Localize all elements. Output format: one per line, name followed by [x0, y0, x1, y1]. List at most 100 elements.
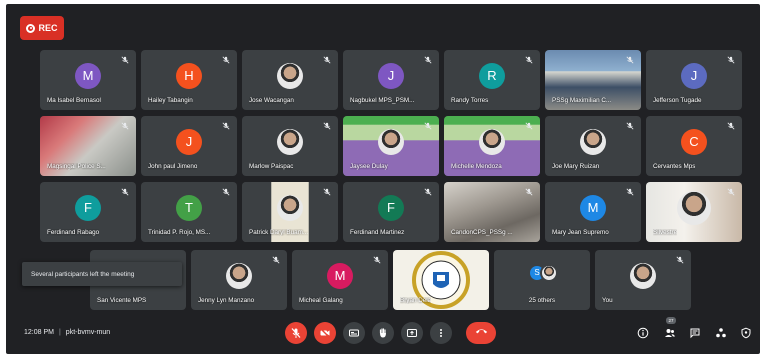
mic-off-icon: [121, 188, 129, 196]
raise-hand-button[interactable]: [372, 322, 394, 344]
host-controls-button[interactable]: [739, 326, 753, 340]
present-button[interactable]: [401, 322, 423, 344]
participant-name: Magsingal Police S...: [47, 163, 106, 170]
captions-icon: [348, 327, 360, 339]
participant-count-badge: 27: [666, 317, 676, 324]
participant-tile[interactable]: J John paul Jimeno: [141, 116, 237, 176]
participant-name: 25 others: [528, 297, 556, 304]
participant-name: Micheal Galang: [299, 297, 343, 304]
participant-tile[interactable]: C Cervantes Mps: [646, 116, 742, 176]
leave-call-button[interactable]: [466, 322, 496, 344]
participant-tile[interactable]: M Mary Jean Supremo: [545, 182, 641, 242]
mic-off-icon: [424, 188, 432, 196]
participant-tile[interactable]: Michelle Mendoza: [444, 116, 540, 176]
participant-tile[interactable]: Jose Wacangan: [242, 50, 338, 110]
participant-name: Trinidad P. Rojo, MS...: [148, 229, 211, 236]
participant-name: Hailey Tabangin: [148, 97, 193, 104]
profile-photo: [630, 262, 656, 289]
participant-tile[interactable]: H Hailey Tabangin: [141, 50, 237, 110]
participant-tile[interactable]: Magsingal Police S...: [40, 116, 136, 176]
avatar: R: [479, 62, 505, 89]
info-icon: [637, 327, 649, 339]
participant-tile[interactable]: Silvestre: [646, 182, 742, 242]
meeting-details[interactable]: 12:08 PM | pkt-bvmv-mun: [24, 329, 110, 336]
mic-off-icon: [424, 56, 432, 64]
participant-tile[interactable]: Joe Mary Ruizan: [545, 116, 641, 176]
profile-photo: [277, 128, 303, 155]
participant-name: CandonCPS_PSSg ...: [451, 229, 513, 236]
avatar: J: [378, 62, 404, 89]
profile-photo: [277, 62, 303, 89]
mic-off-icon: [525, 56, 533, 64]
more-vert-icon: [435, 327, 447, 339]
mic-off-icon: [323, 188, 331, 196]
mic-off-icon: [222, 188, 230, 196]
captions-button[interactable]: [343, 322, 365, 344]
participant-name: Ferdinand Martinez: [350, 229, 405, 236]
meeting-code: pkt-bvmv-mun: [65, 329, 111, 336]
participant-tile[interactable]: R Randy Torres: [444, 50, 540, 110]
participant-name: Patrick Daryl Buam...: [249, 229, 309, 236]
present-screen-icon: [406, 327, 418, 339]
chat-button[interactable]: [688, 326, 702, 340]
participant-tile[interactable]: M Micheal Galang: [292, 250, 388, 310]
mic-off-icon: [626, 56, 634, 64]
hang-up-icon: [474, 323, 489, 343]
avatar: M: [327, 262, 353, 289]
people-button[interactable]: [663, 326, 677, 340]
mic-off-icon: [121, 56, 129, 64]
participant-name: Ferdinand Rabago: [47, 229, 100, 236]
participant-name: Cervantes Mps: [653, 163, 696, 170]
participant-name: Jefferson Tugade: [653, 97, 702, 104]
record-icon: [26, 23, 36, 33]
activities-button[interactable]: [714, 326, 728, 340]
profile-photo: [226, 262, 252, 289]
participant-name: John paul Jimeno: [148, 163, 198, 170]
participant-tile[interactable]: F Ferdinand Martinez: [343, 182, 439, 242]
camera-toggle-button[interactable]: [314, 322, 336, 344]
participant-tile[interactable]: T Trinidad P. Rojo, MS...: [141, 182, 237, 242]
shield-icon: [740, 327, 752, 339]
avatar: T: [176, 194, 202, 221]
mic-off-icon: [323, 56, 331, 64]
participant-name: Nagbukel MPS_PSM...: [350, 97, 415, 104]
mic-off-icon: [424, 122, 432, 130]
participant-tile[interactable]: Jenny Lyn Manzano: [191, 250, 287, 310]
participant-tile[interactable]: J Nagbukel MPS_PSM...: [343, 50, 439, 110]
mic-off-icon: [373, 256, 381, 264]
participant-name: Michelle Mendoza: [451, 163, 502, 170]
participant-tile[interactable]: J Jefferson Tugade: [646, 50, 742, 110]
activities-icon: [715, 327, 727, 339]
mic-off-icon: [727, 122, 735, 130]
participant-name: Bryan Dela: [400, 297, 432, 304]
meeting-info-button[interactable]: [636, 326, 650, 340]
participant-tile[interactable]: M Ma Isabel Bernasol: [40, 50, 136, 110]
participant-name: Silvestre: [653, 229, 678, 236]
hand-icon: [377, 327, 389, 339]
mic-off-icon: [121, 122, 129, 130]
notification-toast: Several participants left the meeting: [22, 262, 182, 286]
participant-tile[interactable]: CandonCPS_PSSg ...: [444, 182, 540, 242]
mic-off-icon: [626, 122, 634, 130]
participant-tile[interactable]: Patrick Daryl Buam...: [242, 182, 338, 242]
mic-off-icon: [525, 122, 533, 130]
participant-tile[interactable]: Marlow Paispac: [242, 116, 338, 176]
participant-tile[interactable]: You: [595, 250, 691, 310]
recording-indicator[interactable]: REC: [20, 16, 64, 40]
avatar: M: [580, 194, 606, 221]
more-options-button[interactable]: [430, 322, 452, 344]
participant-tile[interactable]: PSSg Maximilian C...: [545, 50, 641, 110]
mic-off-icon: [222, 122, 230, 130]
participant-tile[interactable]: Bryan Dela: [393, 250, 489, 310]
participant-name: You: [602, 297, 613, 304]
mic-toggle-button[interactable]: [285, 322, 307, 344]
avatar: J: [681, 62, 707, 89]
participant-tile[interactable]: S 25 others: [494, 250, 590, 310]
participant-tile[interactable]: Jaysee Dulay: [343, 116, 439, 176]
participant-tile[interactable]: F Ferdinand Rabago: [40, 182, 136, 242]
mic-off-icon: [525, 188, 533, 196]
participant-name: Jaysee Dulay: [350, 163, 388, 170]
mic-off-icon: [626, 188, 634, 196]
toast-message: Several participants left the meeting: [31, 270, 135, 278]
participant-name: Jenny Lyn Manzano: [198, 297, 255, 304]
